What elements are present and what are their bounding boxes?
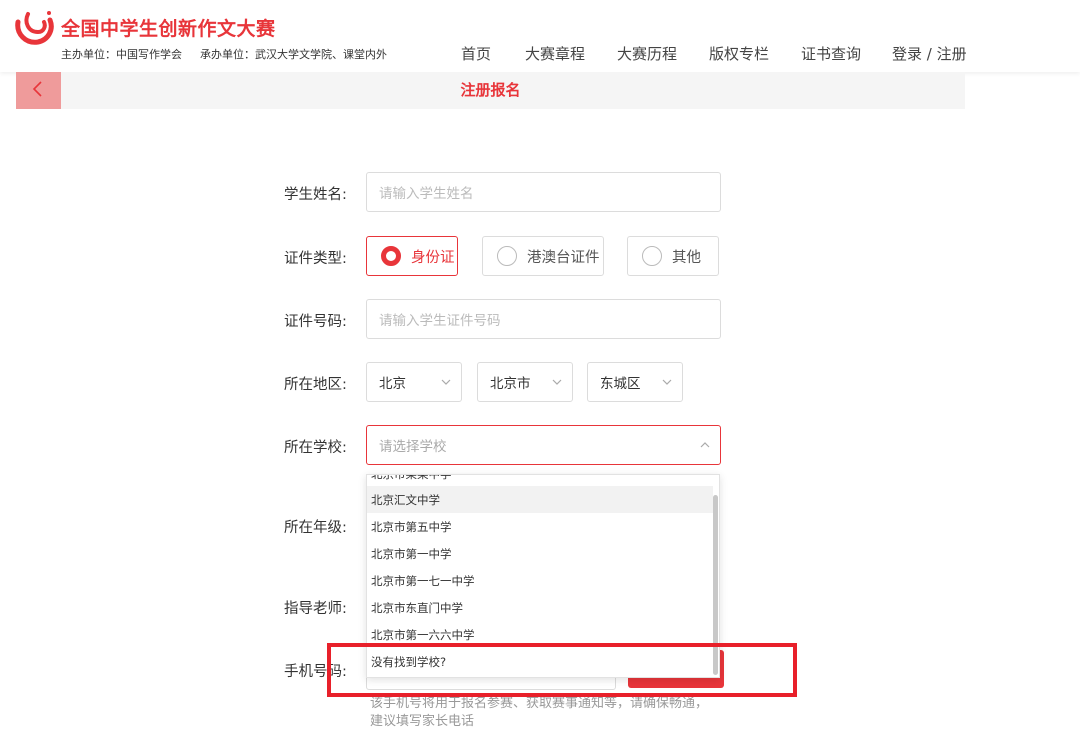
brand-title[interactable]: 全国中学生创新作文大赛 <box>61 14 276 41</box>
grade-label: 所在年级: <box>284 520 347 536</box>
school-option[interactable]: 北京市第一七一中学 <box>367 567 713 594</box>
nav-certificate[interactable]: 证书查询 <box>801 43 861 64</box>
region-label: 所在地区: <box>284 377 347 393</box>
province-value: 北京 <box>379 376 406 392</box>
id-type-option-hk-macau-taiwan[interactable]: 港澳台证件 <box>482 236 604 276</box>
main-nav: 首页 大赛章程 大赛历程 版权专栏 证书查询 登录 / 注册 <box>0 43 1080 63</box>
city-select[interactable]: 北京市 <box>477 362 573 402</box>
school-option[interactable]: 北京市第一六六中学 <box>367 621 713 648</box>
nav-history[interactable]: 大赛历程 <box>617 43 677 64</box>
nav-login-register[interactable]: 登录 / 注册 <box>892 43 967 64</box>
id-type-option-label: 其他 <box>672 249 701 266</box>
id-type-option-label: 身份证 <box>411 249 455 266</box>
radio-unchecked-icon <box>642 246 662 266</box>
district-value: 东城区 <box>600 376 641 392</box>
dropdown-partial-item[interactable]: 北京市某某中学 <box>371 475 452 482</box>
nav-copyright[interactable]: 版权专栏 <box>709 43 769 64</box>
page-title: 注册报名 <box>460 81 521 99</box>
school-option[interactable]: 北京市东直门中学 <box>367 594 713 621</box>
student-name-input[interactable]: 请输入学生姓名 <box>366 172 721 212</box>
city-value: 北京市 <box>490 376 531 392</box>
nav-home[interactable]: 首页 <box>461 43 491 64</box>
id-number-input[interactable]: 请输入学生证件号码 <box>366 299 721 339</box>
school-select[interactable]: 请选择学校 <box>366 425 721 465</box>
radio-checked-icon <box>381 246 401 266</box>
school-option[interactable]: 北京市第五中学 <box>367 513 713 540</box>
back-button[interactable] <box>16 72 61 109</box>
school-label: 所在学校: <box>284 440 347 456</box>
id-number-label: 证件号码: <box>284 314 347 330</box>
radio-unchecked-icon <box>497 246 517 266</box>
school-placeholder: 请选择学校 <box>379 439 447 455</box>
phone-label: 手机号码: <box>284 664 347 680</box>
id-type-option-label: 港澳台证件 <box>527 249 600 266</box>
chevron-up-icon <box>700 442 710 448</box>
school-dropdown: 北京市某某中学 北京汇文中学 北京市第五中学 北京市第一中学 北京市第一七一中学… <box>366 474 720 678</box>
phone-hint: 该手机号将用于报名参赛、获取赛事通知等，请确保畅通，建议填写家长电话 <box>370 696 709 729</box>
school-not-found-option[interactable]: 没有找到学校? <box>367 648 713 675</box>
id-type-label: 证件类型: <box>284 251 347 267</box>
logo-icon <box>15 11 54 45</box>
site-header: 全国中学生创新作文大赛 主办单位：中国写作学会 承办单位：武汉大学文学院、课堂内外… <box>0 0 1080 72</box>
dropdown-scrollbar[interactable] <box>713 495 718 675</box>
page-title-bar: 注册报名 <box>16 72 965 109</box>
teacher-label: 指导老师: <box>284 601 347 617</box>
chevron-down-icon <box>662 379 672 385</box>
school-option[interactable]: 北京市第一中学 <box>367 540 713 567</box>
district-select[interactable]: 东城区 <box>587 362 683 402</box>
id-type-option-id-card[interactable]: 身份证 <box>366 236 458 276</box>
chevron-down-icon <box>552 379 562 385</box>
province-select[interactable]: 北京 <box>366 362 462 402</box>
chevron-left-icon <box>32 81 42 97</box>
nav-rules[interactable]: 大赛章程 <box>525 43 585 64</box>
id-type-option-other[interactable]: 其他 <box>627 236 719 276</box>
student-name-label: 学生姓名: <box>284 187 347 203</box>
chevron-down-icon <box>441 379 451 385</box>
school-option[interactable]: 北京汇文中学 <box>367 486 713 513</box>
